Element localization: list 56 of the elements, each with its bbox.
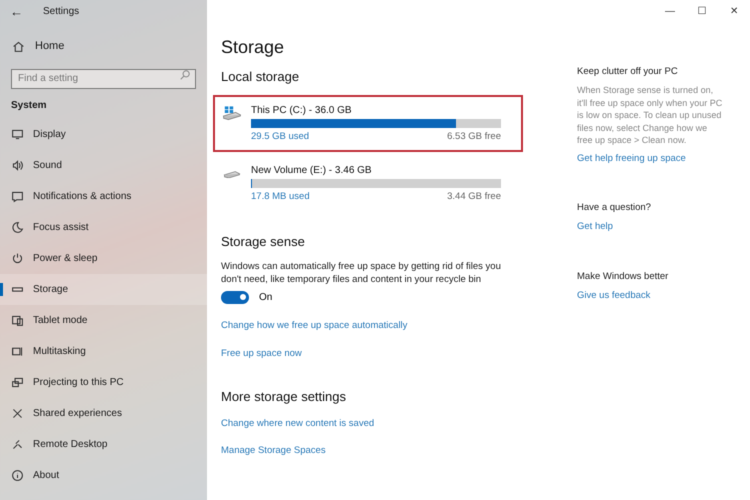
aside-text: When Storage sense is turned on, it'll free up space only when your PC is low on space. To clean up unused files now, select Change how we free up space > Clean now. (577, 84, 724, 147)
aside-heading: Have a question? (577, 201, 652, 215)
nav-item[interactable]: Power & sleep (0, 243, 207, 274)
search-field[interactable]: Find a setting (11, 68, 196, 88)
home-link[interactable]: Home (35, 38, 64, 54)
monitor-icon (11, 128, 24, 141)
close-button[interactable]: ✕ (718, 4, 750, 18)
nav-item[interactable]: Tablet mode (0, 305, 207, 336)
nav-item[interactable]: Multitasking (0, 336, 207, 367)
tablet-icon (11, 314, 24, 327)
nav-item[interactable]: Remote Desktop (0, 429, 207, 460)
drive-card[interactable]: This PC (C:) - 36.0 GB 29.5 GB used 6.53 GB free (213, 94, 523, 152)
toggle-label: On (259, 290, 272, 304)
section-heading: More storage settings (221, 388, 348, 406)
link[interactable]: Change where new content is saved (221, 416, 557, 431)
section-heading: System (10, 99, 48, 113)
maximize-button[interactable]: ☐ (686, 4, 718, 18)
minimize-button[interactable]: — (654, 4, 686, 18)
window-title: Settings (43, 4, 80, 18)
free-label: 3.44 GB free (447, 190, 501, 204)
nav-item[interactable]: Storage (0, 274, 207, 305)
link[interactable]: Manage Storage Spaces (221, 444, 557, 458)
power-icon (11, 252, 24, 265)
info-icon (11, 469, 24, 482)
section-heading: Local storage (221, 68, 300, 86)
nav-item[interactable]: Display (0, 119, 207, 150)
home-icon (12, 40, 25, 52)
nav-item[interactable]: Shared experiences (0, 398, 207, 429)
link[interactable]: Free up space now (221, 346, 557, 361)
used-label: 29.5 GB used (251, 130, 310, 144)
toggle-switch[interactable] (221, 290, 249, 304)
description-text: Windows can automatically free up space by getting rid of files you don't need, like temporary files and content in your recycle bin (221, 260, 502, 286)
link[interactable]: Change how we free up space automatically (221, 318, 557, 333)
drive-name: This PC (C:) - 36.0 GB (251, 104, 353, 118)
drive-name: New Volume (E:) - 3.46 GB (251, 164, 373, 178)
speaker-icon (11, 159, 24, 172)
link[interactable]: Get help freeing up space (577, 152, 724, 166)
drive-card[interactable]: New Volume (E:) - 3.46 GB 17.8 MB used 3.44 GB free (213, 154, 523, 212)
link[interactable]: Give us feedback (577, 288, 724, 303)
message-icon (11, 190, 24, 203)
nav-item[interactable]: Focus assist (0, 212, 207, 243)
page-title: Storage (221, 36, 286, 59)
used-label: 17.8 MB used (251, 190, 310, 204)
aside-heading: Keep clutter off your PC (577, 65, 679, 79)
section-heading: Storage sense (221, 233, 306, 251)
nav-item[interactable]: Notifications & actions (0, 181, 207, 212)
link[interactable]: Get help (577, 220, 724, 234)
aside-heading: Make Windows better (577, 270, 670, 284)
free-label: 6.53 GB free (447, 130, 501, 144)
search-icon (180, 70, 190, 80)
nav-item[interactable]: Sound (0, 150, 207, 181)
moon-icon (11, 221, 24, 234)
back-button[interactable]: ← (10, 4, 23, 18)
screens-icon (11, 376, 24, 389)
nav-item[interactable]: About (0, 460, 207, 491)
nav-item[interactable]: Projecting to this PC (0, 367, 207, 398)
